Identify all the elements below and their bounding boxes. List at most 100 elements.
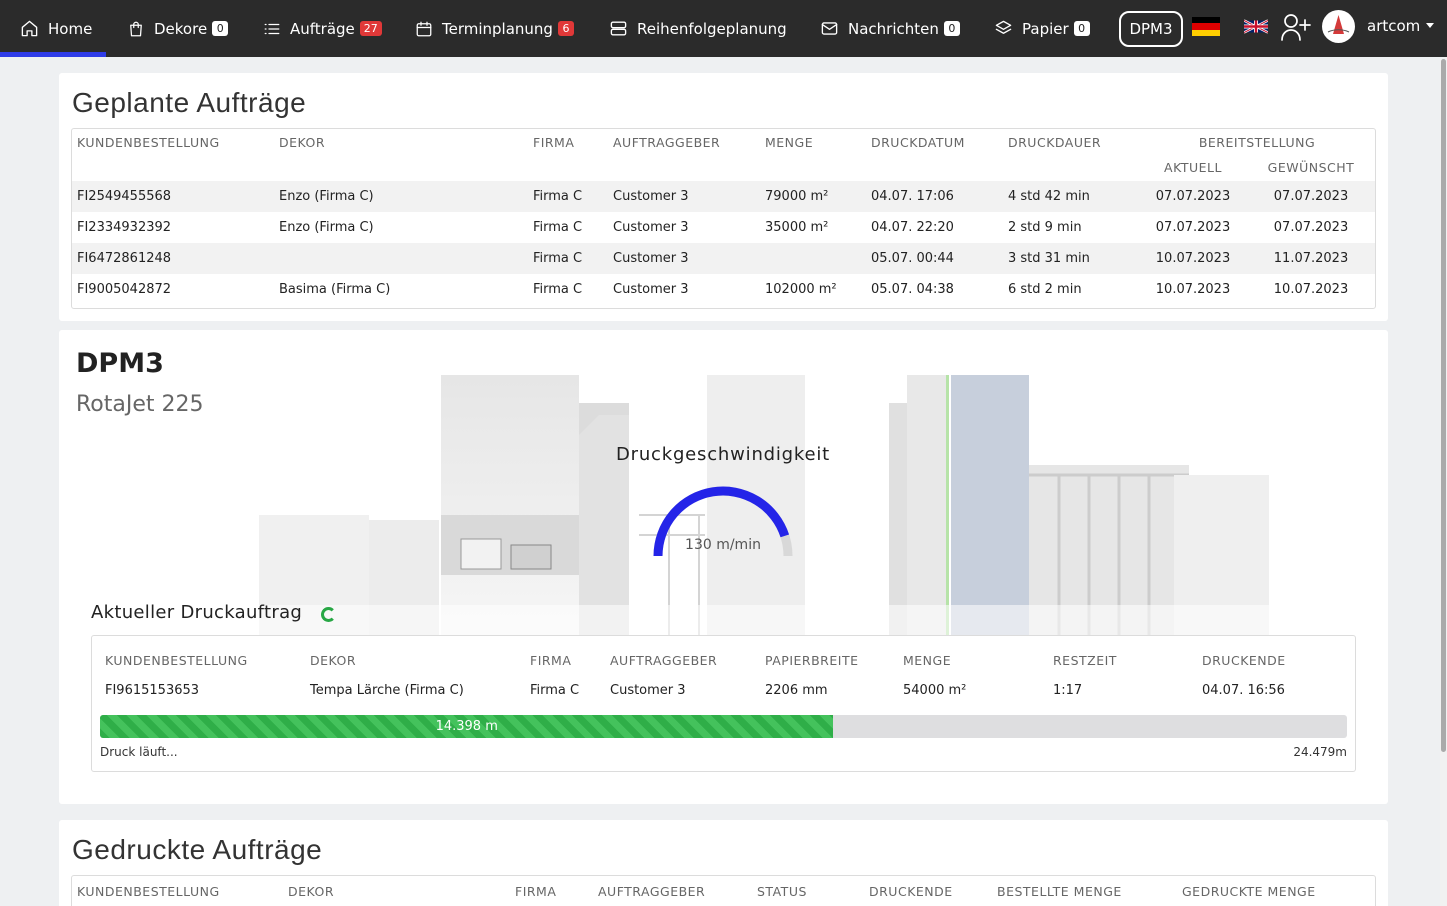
nav-reihenfolgeplanung-label: Reihenfolgeplanung [637, 19, 787, 38]
print-total-length: 24.479m [1293, 745, 1347, 759]
cell-print-date: 04.07. 22:20 [871, 220, 954, 235]
cell-duration: 4 std 42 min [1008, 189, 1090, 204]
col-header-print-date: DRUCKDATUM [871, 135, 965, 150]
home-icon [20, 19, 39, 38]
user-add-icon[interactable] [1280, 12, 1312, 42]
col-header-company: FIRMA [530, 653, 572, 668]
nav-home-label: Home [48, 19, 93, 38]
server-icon [609, 19, 628, 38]
printed-orders-title: Gedruckte Aufträge [72, 834, 323, 865]
table-row[interactable]: FI2549455568 Enzo (Firma C) Firma C Cust… [72, 181, 1375, 212]
uk-flag-icon[interactable] [1244, 19, 1268, 34]
user-menu-caret-icon[interactable] [1426, 23, 1434, 28]
cell-qty: 102000 m² [765, 282, 837, 297]
cell-company: Firma C [533, 189, 583, 204]
machine-select-button[interactable]: DPM3 [1119, 11, 1183, 47]
avatar[interactable] [1322, 10, 1355, 43]
cell-company: Firma C [533, 251, 583, 266]
cell-provision-current: 07.07.2023 [1155, 189, 1231, 204]
cell-client: Customer 3 [613, 189, 689, 204]
col-header-provision: BEREITSTELLUNG [1198, 135, 1316, 150]
cell-qty: 79000 m² [765, 189, 829, 204]
nav-auftraege[interactable]: Aufträge 27 [263, 0, 382, 57]
nav-reihenfolgeplanung[interactable]: Reihenfolgeplanung [609, 0, 787, 57]
auftraege-count-badge: 27 [359, 21, 382, 36]
col-header-order: KUNDENBESTELLUNG [77, 135, 220, 150]
planned-orders-title: Geplante Aufträge [72, 87, 307, 118]
gauge-title: Druckgeschwindigkeit [615, 444, 831, 465]
table-row[interactable]: FI9005042872 Basima (Firma C) Firma C Cu… [72, 274, 1375, 305]
cell-decor: Basima (Firma C) [279, 282, 391, 297]
cell-order: FI2549455568 [77, 189, 172, 204]
col-header-order: KUNDENBESTELLUNG [105, 653, 248, 668]
table-row[interactable]: FI6472861248 Firma C Customer 3 05.07. 0… [72, 243, 1375, 274]
col-header-print-end: DRUCKENDE [1202, 653, 1286, 668]
cell-decor: Enzo (Firma C) [279, 220, 374, 235]
cell-print-date: 04.07. 17:06 [871, 189, 954, 204]
col-header-provision-desired: GEWÜNSCHT [1267, 160, 1355, 175]
col-header-print-end: DRUCKENDE [869, 884, 953, 899]
nav-auftraege-label: Aufträge [290, 19, 355, 38]
cell-provision-current: 07.07.2023 [1155, 220, 1231, 235]
cell-order: FI6472861248 [77, 251, 172, 266]
cell-company: Firma C [533, 220, 583, 235]
machine-card: DPM3 RotaJet 225 Druckgeschwindigkeit 13… [59, 330, 1388, 804]
col-header-client: AUFTRAGGEBER [610, 653, 718, 668]
cell-order: FI9615153653 [105, 683, 200, 698]
cell-client: Customer 3 [610, 683, 686, 698]
nav-terminplanung[interactable]: Terminplanung 6 [415, 0, 574, 57]
cell-duration: 2 std 9 min [1008, 220, 1082, 235]
col-header-client: AUFTRAGGEBER [613, 135, 721, 150]
machine-name: DPM3 [76, 348, 164, 379]
print-progress-bar: 14.398 m [100, 715, 1347, 738]
col-header-decor: DEKOR [279, 135, 326, 150]
current-job-title: Aktueller Druckauftrag [91, 602, 303, 623]
col-header-company: FIRMA [515, 884, 557, 899]
col-header-printed-qty: GEDRUCKTE MENGE [1182, 884, 1316, 899]
cell-provision-desired: 10.07.2023 [1273, 282, 1349, 297]
nav-papier[interactable]: Papier 0 [994, 0, 1090, 57]
cell-print-end: 04.07. 16:56 [1202, 683, 1285, 698]
cell-qty: 54000 m² [903, 683, 967, 698]
cell-client: Customer 3 [613, 282, 689, 297]
dekore-count-badge: 0 [212, 21, 229, 36]
cell-provision-desired: 07.07.2023 [1273, 220, 1349, 235]
col-header-remaining: RESTZEIT [1053, 653, 1117, 668]
col-header-decor: DEKOR [310, 653, 357, 668]
scrollbar-thumb[interactable] [1441, 59, 1446, 752]
cell-print-date: 05.07. 00:44 [871, 251, 954, 266]
print-progress-fill: 14.398 m [100, 715, 834, 738]
nav-dekore[interactable]: Dekore 0 [127, 0, 229, 57]
shopping-bag-icon [127, 20, 145, 38]
nav-nachrichten[interactable]: Nachrichten 0 [820, 0, 960, 57]
current-job-box: KUNDENBESTELLUNG DEKOR FIRMA AUFTRAGGEBE… [91, 635, 1356, 772]
page-scrollbar[interactable] [1440, 57, 1447, 906]
planned-orders-table: KUNDENBESTELLUNG DEKOR FIRMA AUFTRAGGEBE… [71, 128, 1376, 309]
table-row[interactable]: FI2334932392 Enzo (Firma C) Firma C Cust… [72, 212, 1375, 243]
nachrichten-count-badge: 0 [943, 21, 960, 36]
cell-qty: 35000 m² [765, 220, 829, 235]
cell-client: Customer 3 [613, 220, 689, 235]
col-header-qty: MENGE [765, 135, 814, 150]
user-menu-name[interactable]: artcom [1367, 0, 1420, 52]
cell-provision-desired: 07.07.2023 [1273, 189, 1349, 204]
col-header-ordered-qty: BESTELLTE MENGE [997, 884, 1122, 899]
list-icon [263, 20, 281, 38]
gauge-value: 130 m/min [685, 537, 761, 553]
col-header-provision-current: AKTUELL [1164, 160, 1222, 175]
nav-nachrichten-label: Nachrichten [848, 19, 939, 38]
loading-spinner-icon [321, 607, 336, 622]
printed-orders-table: KUNDENBESTELLUNG DEKOR FIRMA AUFTRAGGEBE… [71, 875, 1376, 906]
nav-home[interactable]: Home [20, 0, 92, 57]
col-header-company: FIRMA [533, 135, 575, 150]
cell-order: FI9005042872 [77, 282, 172, 297]
col-header-duration: DRUCKDAUER [1008, 135, 1102, 150]
nav-terminplanung-label: Terminplanung [442, 19, 553, 38]
cell-client: Customer 3 [613, 251, 689, 266]
cell-remaining: 1:17 [1053, 683, 1083, 698]
col-header-paper-width: PAPIERBREITE [765, 653, 859, 668]
cell-provision-desired: 11.07.2023 [1273, 251, 1349, 266]
cell-provision-current: 10.07.2023 [1155, 282, 1231, 297]
german-flag-icon[interactable] [1192, 17, 1220, 36]
col-header-status: STATUS [757, 884, 807, 899]
